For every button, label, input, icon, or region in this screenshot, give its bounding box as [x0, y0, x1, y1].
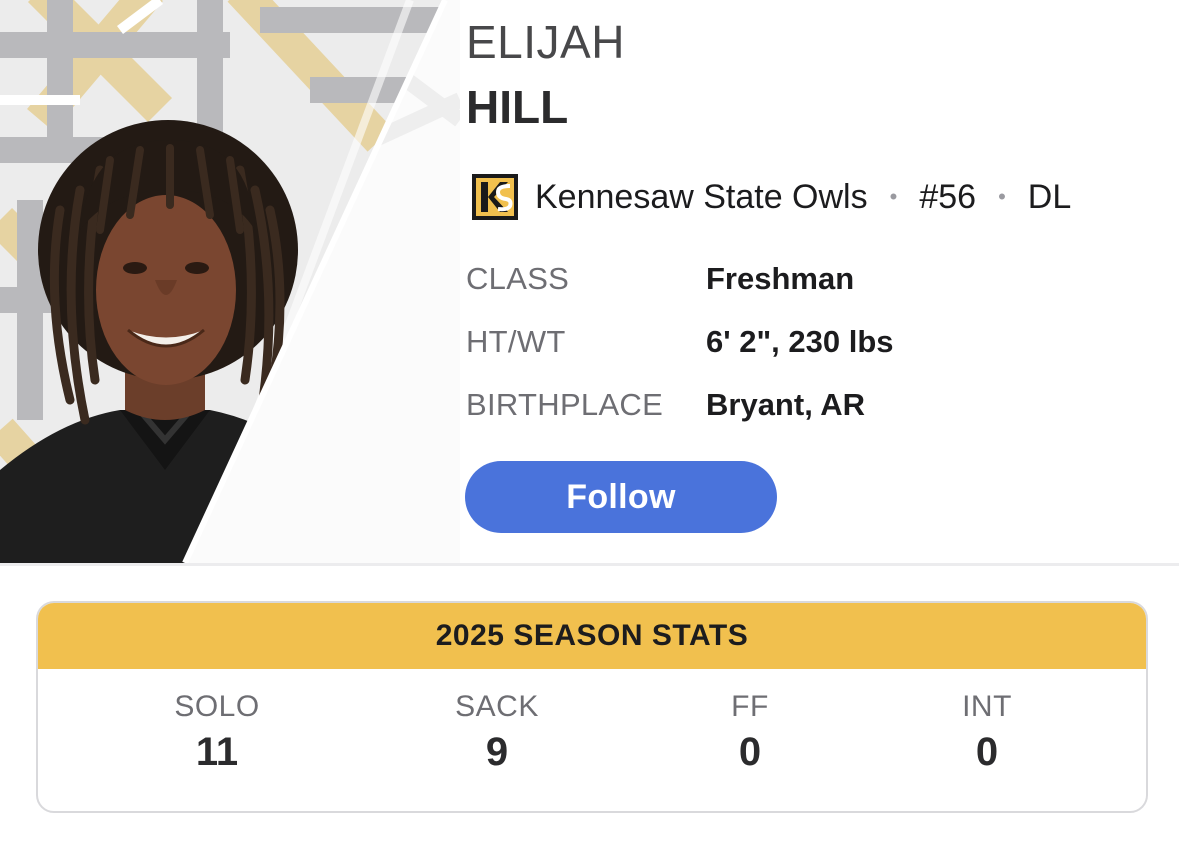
- season-stats-title: 2025 SEASON STATS: [38, 603, 1146, 669]
- jersey-number: #56: [919, 177, 977, 216]
- stat-label: SOLO: [174, 690, 260, 723]
- stat-int: INT 0: [887, 689, 1087, 777]
- player-first-name: ELIJAH: [466, 16, 625, 68]
- stat-label: FF: [731, 690, 769, 723]
- info-value: 6' 2", 230 lbs: [706, 324, 894, 359]
- separator-dot: •: [998, 184, 1006, 209]
- info-value: Freshman: [706, 261, 855, 296]
- stat-value: 9: [485, 730, 509, 774]
- player-photo: [0, 0, 460, 563]
- follow-button[interactable]: Follow: [465, 461, 777, 533]
- stat-sack: SACK 9: [397, 689, 597, 777]
- info-label: HT/WT: [466, 324, 566, 359]
- stat-label: SACK: [455, 690, 539, 723]
- divider: [0, 563, 1179, 566]
- info-label: CLASS: [466, 261, 570, 296]
- player-last-name: HILL: [466, 81, 569, 133]
- player-photo-area: [0, 0, 460, 563]
- stat-value: 11: [195, 730, 239, 774]
- info-value: Bryant, AR: [706, 387, 866, 422]
- team-row: Kennesaw State Owls • #56 • DL: [470, 172, 1071, 222]
- player-header: ELIJAH HILL Kennesaw State Owls • #56 • …: [0, 0, 1179, 563]
- stat-value: 0: [738, 730, 762, 774]
- info-label: BIRTHPLACE: [466, 387, 664, 422]
- stat-ff: FF 0: [650, 689, 850, 777]
- player-position: DL: [1027, 177, 1072, 216]
- stat-solo: SOLO 11: [117, 689, 317, 777]
- kennesaw-state-ks-logo-icon: [472, 174, 518, 220]
- stat-label: INT: [962, 690, 1012, 723]
- stat-value: 0: [975, 730, 999, 774]
- season-stats-card: 2025 SEASON STATS SOLO 11 SACK 9 FF 0 IN…: [36, 601, 1148, 813]
- team-name[interactable]: Kennesaw State Owls: [535, 178, 868, 217]
- separator-dot: •: [889, 184, 898, 209]
